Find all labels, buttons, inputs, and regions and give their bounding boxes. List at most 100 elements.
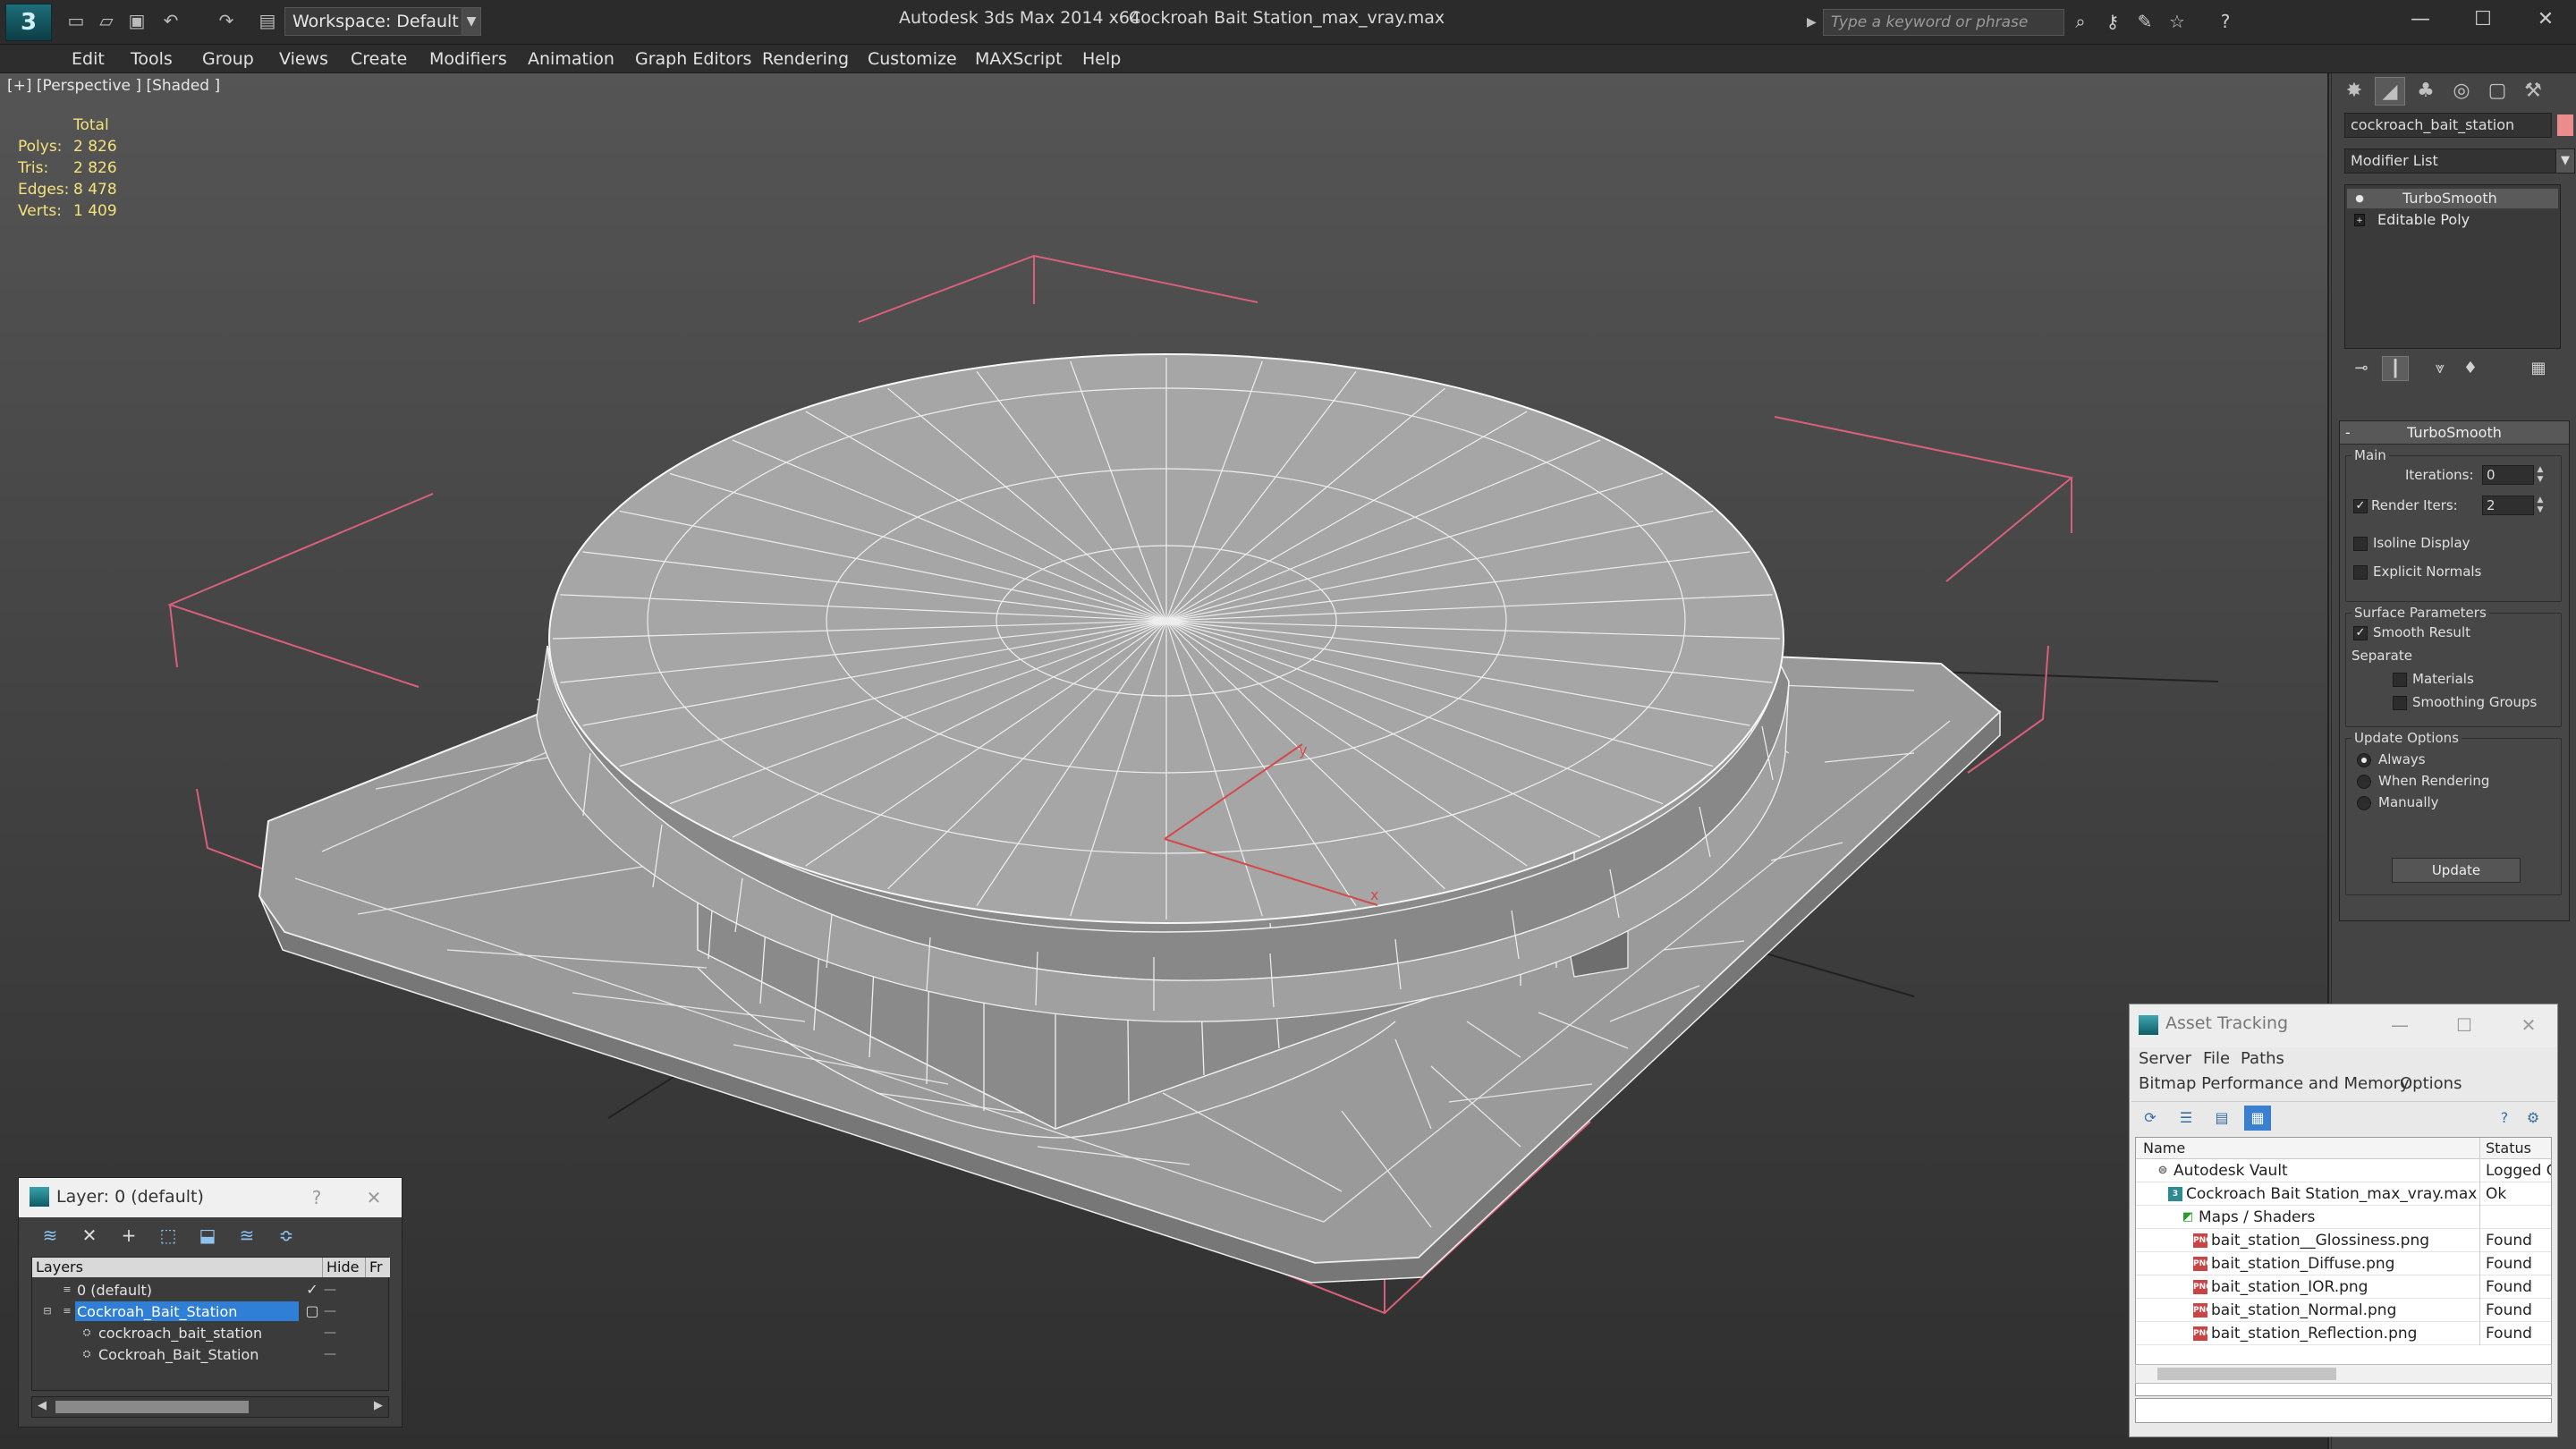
- hide-toggle[interactable]: —: [322, 1301, 338, 1322]
- utilities-tab-icon[interactable]: ⚒: [2518, 77, 2548, 106]
- table-row[interactable]: PNG bait_station_Normal.png Found: [2136, 1299, 2551, 1322]
- project-folder-icon[interactable]: ▤: [256, 9, 279, 32]
- scroll-left-icon[interactable]: ◀: [38, 1399, 47, 1412]
- grid-view-icon[interactable]: ▦: [2244, 1106, 2271, 1131]
- hide-toggle[interactable]: —: [322, 1343, 338, 1365]
- layers-icon[interactable]: ≋: [37, 1223, 64, 1248]
- menu-help[interactable]: Help: [1082, 48, 1121, 70]
- help-button[interactable]: ?: [303, 1185, 330, 1210]
- scroll-right-icon[interactable]: ▶: [374, 1399, 383, 1412]
- menu-file[interactable]: File: [2203, 1049, 2230, 1068]
- create-tab-icon[interactable]: ✸: [2339, 77, 2369, 106]
- materials-checkbox[interactable]: [2393, 673, 2407, 687]
- spinner-arrows-icon[interactable]: ▲ ▼: [2534, 496, 2546, 515]
- refresh-icon[interactable]: ⟳: [2137, 1106, 2164, 1131]
- viewport-label[interactable]: [+] [Perspective ] [Shaded ]: [7, 77, 220, 95]
- maximize-button[interactable]: ☐: [2446, 1012, 2482, 1038]
- settings-icon[interactable]: ⚙: [2520, 1106, 2546, 1131]
- remove-modifier-icon[interactable]: ♦: [2457, 356, 2484, 381]
- isoline-display-checkbox[interactable]: [2353, 537, 2368, 551]
- menu-customize[interactable]: Customize: [868, 48, 957, 70]
- table-row[interactable]: PNG bait_station_Reflection.png Found: [2136, 1322, 2551, 1345]
- layer-row-cockroah-bait-station[interactable]: ⊟ ≡ Cockroah_Bait_Station ▢ —: [32, 1301, 388, 1322]
- add-layer-icon[interactable]: +: [115, 1223, 142, 1248]
- menu-maxscript[interactable]: MAXScript: [975, 48, 1063, 70]
- list-view-icon[interactable]: ☰: [2173, 1106, 2199, 1131]
- menu-group[interactable]: Group: [202, 48, 254, 70]
- hide-toggle[interactable]: —: [322, 1322, 338, 1343]
- help-icon[interactable]: ?: [2491, 1106, 2518, 1131]
- search-expand-icon[interactable]: ▶: [1807, 11, 1819, 34]
- collapse-icon[interactable]: ⊟: [41, 1305, 54, 1318]
- hierarchy-tab-icon[interactable]: ♣: [2411, 77, 2441, 106]
- table-row[interactable]: PNG bait_station_IOR.png Found: [2136, 1275, 2551, 1299]
- new-file-icon[interactable]: ▭: [64, 9, 88, 32]
- menu-server[interactable]: Server: [2139, 1049, 2191, 1068]
- close-button[interactable]: ✕: [360, 1185, 387, 1210]
- minimize-button[interactable]: —: [2394, 4, 2447, 36]
- spinner-arrows-icon[interactable]: ▲ ▼: [2534, 465, 2546, 485]
- when-rendering-radio[interactable]: [2357, 775, 2371, 789]
- collapse-icon[interactable]: -: [2345, 421, 2351, 445]
- save-icon[interactable]: ▣: [125, 9, 148, 32]
- menu-options[interactable]: Options: [2400, 1074, 2462, 1093]
- freeze-all-icon[interactable]: ≎: [273, 1223, 300, 1248]
- favorites-star-icon[interactable]: ☆: [2165, 9, 2190, 34]
- motion-tab-icon[interactable]: ◎: [2446, 77, 2477, 106]
- column-freeze[interactable]: Fr: [365, 1258, 383, 1277]
- menu-tools[interactable]: Tools: [131, 48, 173, 70]
- table-row[interactable]: ◩ Maps / Shaders: [2136, 1206, 2551, 1229]
- horizontal-scrollbar[interactable]: ◀ ▶: [31, 1396, 389, 1418]
- object-name-field[interactable]: cockroach_bait_station: [2344, 113, 2552, 138]
- render-iters-checkbox[interactable]: ✓: [2353, 499, 2368, 513]
- app-logo-icon[interactable]: 3: [5, 4, 52, 41]
- column-status[interactable]: Status: [2479, 1138, 2531, 1159]
- key-icon[interactable]: ⚷: [2100, 9, 2125, 34]
- select-objects-icon[interactable]: ⬚: [155, 1223, 182, 1248]
- close-button[interactable]: ✕: [2519, 4, 2572, 36]
- close-button[interactable]: ✕: [2511, 1012, 2546, 1038]
- column-hide[interactable]: Hide: [322, 1258, 359, 1277]
- chevron-down-icon[interactable]: ▼: [2555, 148, 2575, 174]
- menu-rendering[interactable]: Rendering: [762, 48, 849, 70]
- menu-modifiers[interactable]: Modifiers: [429, 48, 507, 70]
- column-layers[interactable]: Layers: [32, 1258, 83, 1277]
- maximize-button[interactable]: ☐: [2456, 4, 2510, 36]
- table-row[interactable]: PNG bait_station__Glossiness.png Found: [2136, 1229, 2551, 1252]
- render-iters-spinner[interactable]: 2: [2482, 496, 2534, 515]
- menu-graph-editors[interactable]: Graph Editors: [635, 48, 751, 70]
- menu-views[interactable]: Views: [279, 48, 328, 70]
- scrollbar-thumb[interactable]: [55, 1401, 249, 1413]
- expand-icon[interactable]: +: [2354, 214, 2365, 226]
- active-layer-check-icon[interactable]: ✓: [304, 1279, 320, 1301]
- show-end-result-icon[interactable]: ┃: [2382, 356, 2409, 381]
- lightbulb-icon[interactable]: ●: [2354, 192, 2365, 205]
- menu-create[interactable]: Create: [351, 48, 407, 70]
- manually-radio[interactable]: [2357, 796, 2371, 810]
- minimize-button[interactable]: —: [2382, 1012, 2418, 1038]
- column-name[interactable]: Name: [2143, 1138, 2185, 1159]
- horizontal-scrollbar[interactable]: [2135, 1364, 2552, 1384]
- menu-bitmap-performance[interactable]: Bitmap Performance and Memory: [2139, 1074, 2410, 1093]
- hide-toggle[interactable]: —: [322, 1279, 338, 1301]
- redo-icon[interactable]: ↷: [215, 9, 238, 32]
- scrollbar-thumb[interactable]: [2157, 1368, 2336, 1380]
- menu-paths[interactable]: Paths: [2241, 1049, 2284, 1068]
- modifier-list-dropdown[interactable]: Modifier List: [2344, 148, 2563, 174]
- rollout-header[interactable]: - TurboSmooth: [2340, 421, 2569, 445]
- display-tab-icon[interactable]: ▢: [2482, 77, 2512, 106]
- highlight-selected-icon[interactable]: ⬓: [194, 1223, 221, 1248]
- search-input[interactable]: Type a keyword or phrase: [1823, 9, 2064, 36]
- table-view-icon[interactable]: ▤: [2208, 1106, 2235, 1131]
- hide-all-icon[interactable]: ≊: [233, 1223, 260, 1248]
- chevron-down-icon[interactable]: ▼: [462, 7, 481, 36]
- layer-title-bar[interactable]: Layer: 0 (default) ? ✕: [19, 1178, 402, 1217]
- modify-tab-icon[interactable]: ◢: [2375, 77, 2405, 106]
- layer-row-object[interactable]: ⛭ Cockroah_Bait_Station —: [32, 1343, 388, 1365]
- stack-item-editable-poly[interactable]: + Editable Poly: [2347, 210, 2558, 230]
- table-row[interactable]: ⊜ Autodesk Vault Logged Out: [2136, 1159, 2551, 1182]
- menu-edit[interactable]: Edit: [72, 48, 105, 70]
- table-row[interactable]: 3 Cockroach Bait Station_max_vray.max Ok: [2136, 1182, 2551, 1206]
- make-unique-icon[interactable]: ⩔: [2427, 356, 2453, 381]
- delete-layer-icon[interactable]: ✕: [76, 1223, 103, 1248]
